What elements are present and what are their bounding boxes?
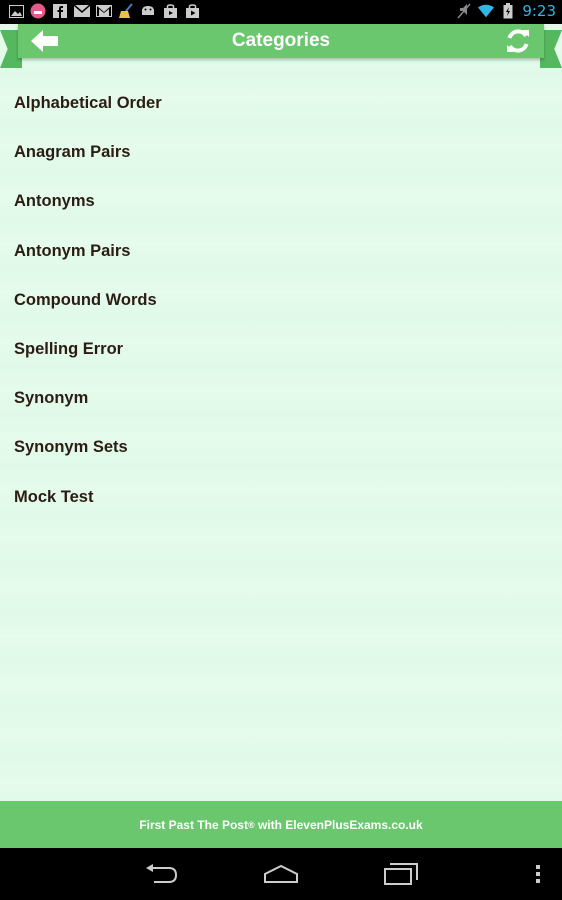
category-item-compound-words[interactable]: Compound Words [0, 276, 562, 325]
home-icon [264, 864, 298, 883]
category-list: Alphabetical Order Anagram Pairs Antonym… [0, 79, 562, 522]
refresh-button[interactable] [504, 27, 532, 55]
gallery-icon [8, 3, 24, 19]
facebook-icon [52, 3, 68, 19]
bag-icon [162, 3, 178, 19]
mail-icon [74, 3, 90, 19]
category-label: Antonyms [14, 192, 95, 211]
clock: 9:23 [522, 2, 556, 20]
nav-back-button[interactable] [143, 860, 181, 888]
status-bar: 9:23 [0, 0, 562, 24]
category-item-spelling-error[interactable]: Spelling Error [0, 325, 562, 374]
category-label: Synonym Sets [14, 438, 128, 457]
category-item-synonym-sets[interactable]: Synonym Sets [0, 423, 562, 472]
category-label: Compound Words [14, 290, 157, 309]
category-label: Mock Test [14, 487, 94, 506]
system-icons: 9:23 [456, 2, 556, 20]
category-label: Alphabetical Order [14, 94, 162, 113]
nav-home-button[interactable] [262, 860, 300, 888]
category-item-alphabetical-order[interactable]: Alphabetical Order [0, 79, 562, 128]
category-item-mock-test[interactable]: Mock Test [0, 473, 562, 522]
broom-icon [118, 3, 134, 19]
category-label: Spelling Error [14, 340, 124, 359]
gmail-icon [96, 3, 112, 19]
footer-banner: First Past The Post ® with ElevenPlusExam… [0, 801, 562, 848]
notification-icons [8, 3, 200, 19]
refresh-icon [507, 29, 529, 53]
footer-site: with ElevenPlusExams.co.uk [254, 817, 423, 832]
nav-overflow-menu-button[interactable] [530, 860, 546, 888]
android-icon [140, 3, 156, 19]
category-label: Synonym [14, 389, 89, 408]
navigation-bar [0, 848, 562, 900]
wifi-icon [478, 3, 495, 19]
category-item-synonym[interactable]: Synonym [0, 374, 562, 423]
emoji-icon [30, 3, 46, 19]
overflow-menu-icon [536, 865, 540, 883]
category-item-antonym-pairs[interactable]: Antonym Pairs [0, 227, 562, 276]
nav-recent-apps-button[interactable] [382, 860, 420, 888]
category-item-anagram-pairs[interactable]: Anagram Pairs [0, 128, 562, 177]
registered-mark: ® [247, 819, 255, 830]
app-screen: Categories Alphabetical Order Anagram Pa… [0, 24, 562, 848]
play-store-icon [184, 3, 200, 19]
category-label: Anagram Pairs [14, 143, 131, 162]
mute-icon [456, 3, 472, 19]
recent-apps-icon [384, 863, 418, 885]
battery-icon [500, 3, 516, 19]
page-title: Categories [231, 30, 331, 51]
back-icon [146, 864, 178, 883]
category-label: Antonym Pairs [14, 241, 131, 260]
header-bar: Categories [18, 24, 544, 58]
category-item-antonyms[interactable]: Antonyms [0, 177, 562, 226]
footer-brand: First Past The Post [139, 817, 248, 832]
